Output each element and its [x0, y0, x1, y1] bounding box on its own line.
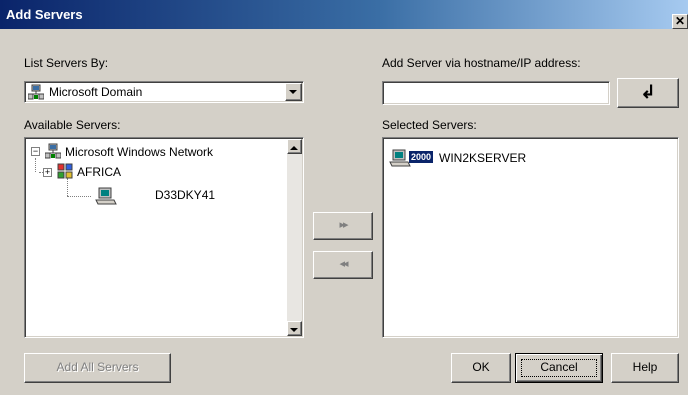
scroll-down-button[interactable]	[287, 321, 302, 336]
workgroup-icon	[57, 163, 73, 179]
ok-button[interactable]: OK	[451, 353, 511, 383]
tree-item-label[interactable]: AFRICA	[77, 165, 121, 179]
windows-network-icon	[45, 143, 61, 159]
close-button[interactable]: ✕	[672, 14, 688, 29]
add-selected-button[interactable]: ▸▸	[313, 212, 373, 240]
tree-connector	[67, 178, 68, 196]
cancel-label: Cancel	[540, 360, 578, 374]
dropdown-button[interactable]	[285, 83, 302, 101]
chevron-up-icon	[290, 146, 298, 150]
remove-selected-button[interactable]: ◂◂	[313, 251, 373, 279]
expand-toggle[interactable]: +	[43, 168, 52, 177]
available-servers-tree[interactable]: − Microsoft Windows Network + AFRICA D33…	[24, 137, 304, 338]
server-computer-icon	[389, 149, 411, 167]
tree-item-label[interactable]: D33DKY41	[155, 188, 215, 202]
hostname-input[interactable]	[382, 81, 610, 105]
tree-connector	[35, 158, 36, 172]
double-arrow-right-icon: ▸▸	[339, 219, 348, 231]
list-servers-by-label: List Servers By:	[24, 56, 109, 70]
add-hostname-button[interactable]: ↲	[617, 78, 679, 108]
double-arrow-left-icon: ◂◂	[339, 258, 348, 270]
server-computer-icon	[95, 187, 117, 205]
ok-label: OK	[472, 360, 490, 374]
scroll-up-button[interactable]	[287, 139, 302, 154]
os-version-badge: 2000	[409, 151, 434, 163]
list-servers-by-select[interactable]: Microsoft Domain	[24, 81, 304, 103]
enter-arrow-icon: ↲	[640, 82, 656, 102]
list-servers-by-value: Microsoft Domain	[49, 85, 143, 99]
cancel-button[interactable]: Cancel	[515, 353, 603, 383]
hostname-label: Add Server via hostname/IP address:	[382, 56, 581, 70]
tree-item-label[interactable]: Microsoft Windows Network	[65, 145, 213, 159]
close-icon: ✕	[674, 14, 686, 28]
vertical-scrollbar[interactable]	[287, 139, 302, 336]
list-item-label: WIN2KSERVER	[439, 151, 527, 165]
available-servers-label: Available Servers:	[24, 118, 121, 132]
add-all-servers-button[interactable]: Add All Servers	[24, 353, 171, 383]
add-all-servers-label: Add All Servers	[56, 360, 139, 374]
help-button[interactable]: Help	[611, 353, 679, 383]
add-servers-dialog: Add Servers ✕ List Servers By: Microsoft…	[0, 0, 688, 395]
title-bar[interactable]: Add Servers ✕	[0, 0, 688, 29]
selected-servers-list[interactable]: 2000 WIN2KSERVER	[382, 137, 679, 338]
chevron-down-icon	[290, 328, 298, 332]
help-label: Help	[632, 360, 658, 374]
collapse-toggle[interactable]: −	[31, 147, 40, 156]
chevron-down-icon	[289, 90, 297, 94]
window-title: Add Servers	[6, 7, 83, 22]
domain-network-icon	[28, 84, 44, 100]
tree-connector	[67, 196, 91, 197]
selected-servers-label: Selected Servers:	[382, 118, 477, 132]
